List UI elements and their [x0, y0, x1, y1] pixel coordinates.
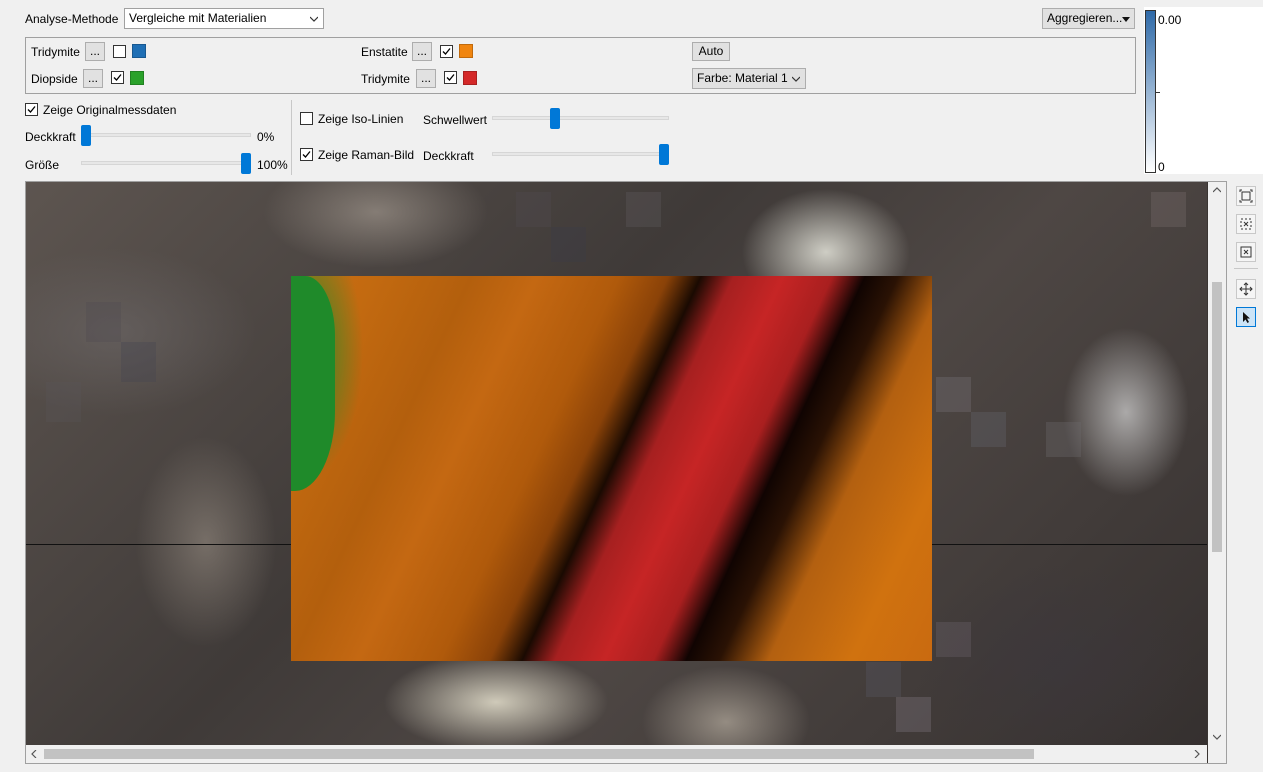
- colorbar-panel: 0.00 0: [1144, 7, 1263, 174]
- size-slider-thumb[interactable]: [241, 153, 251, 174]
- select-pointer-button[interactable]: [1236, 307, 1256, 327]
- vertical-scroll-thumb[interactable]: [1212, 282, 1222, 552]
- material-2-name: Diopside: [31, 72, 78, 86]
- chevron-down-icon: [792, 76, 800, 82]
- raman-overlay-image: [291, 276, 932, 661]
- original-opacity-slider-thumb[interactable]: [81, 125, 91, 146]
- colorbar: [1145, 10, 1156, 173]
- material-4-color-swatch[interactable]: [463, 71, 477, 85]
- pan-button[interactable]: [1236, 279, 1256, 299]
- checkmark-icon: [27, 106, 36, 113]
- colorbar-gradient: [1146, 11, 1155, 172]
- triangle-down-icon: [1122, 17, 1130, 22]
- checkmark-icon: [113, 74, 122, 81]
- threshold-slider-thumb[interactable]: [550, 108, 561, 129]
- fit-view-icon: [1239, 189, 1253, 203]
- zoom-reset-icon: [1240, 246, 1252, 258]
- material-4-name: Tridymite: [361, 72, 410, 86]
- threshold-track[interactable]: [492, 116, 669, 120]
- material-1-checkbox[interactable]: [113, 45, 126, 58]
- zoom-region-button[interactable]: [1236, 214, 1256, 234]
- zoom-reset-button[interactable]: [1236, 242, 1256, 262]
- material-2-color-swatch[interactable]: [130, 71, 144, 85]
- material-3-checkbox[interactable]: [440, 45, 453, 58]
- materials-group: [25, 37, 1136, 94]
- colorbar-min-label: 0: [1158, 160, 1165, 174]
- scroll-up-icon[interactable]: [1213, 187, 1221, 193]
- size-label: Größe: [25, 158, 60, 172]
- chevron-down-icon: [310, 16, 318, 22]
- material-3-name: Enstatite: [361, 45, 408, 59]
- original-opacity-track[interactable]: [81, 133, 251, 137]
- show-raman-checkbox[interactable]: [300, 148, 313, 161]
- microscope-image: [26, 182, 1207, 746]
- checkmark-icon: [302, 151, 311, 158]
- scroll-left-icon[interactable]: [31, 750, 37, 758]
- material-1-name: Tridymite: [31, 45, 80, 59]
- show-iso-lines-checkbox[interactable]: [300, 112, 313, 125]
- raman-opacity-slider-thumb[interactable]: [659, 144, 669, 165]
- show-original-checkbox[interactable]: [25, 103, 38, 116]
- analysis-method-select[interactable]: Vergleiche mit Materialien: [124, 8, 324, 29]
- horizontal-scroll-thumb[interactable]: [44, 749, 1034, 759]
- horizontal-scrollbar[interactable]: [26, 745, 1207, 763]
- colorbar-tick: [1156, 92, 1160, 93]
- material-3-browse-button[interactable]: ...: [412, 42, 432, 61]
- material-3-color-swatch[interactable]: [459, 44, 473, 58]
- zoom-region-icon: [1240, 218, 1252, 230]
- toolbar-separator: [1234, 268, 1258, 269]
- checkmark-icon: [442, 48, 451, 55]
- aggregate-button[interactable]: Aggregieren...: [1042, 8, 1135, 29]
- scroll-down-icon[interactable]: [1213, 734, 1221, 740]
- analysis-method-label: Analyse-Methode: [25, 12, 119, 26]
- size-value: 100%: [257, 158, 288, 172]
- colorbar-max-label: 0.00: [1158, 13, 1182, 27]
- analysis-method-value: Vergleiche mit Materialien: [129, 11, 267, 25]
- material-4-browse-button[interactable]: ...: [416, 69, 436, 88]
- scroll-right-icon[interactable]: [1194, 750, 1200, 758]
- controls-separator: [291, 100, 292, 175]
- original-opacity-label: Deckkraft: [25, 130, 76, 144]
- color-mode-value: Farbe: Material 1: [697, 71, 788, 85]
- color-mode-select[interactable]: Farbe: Material 1: [692, 68, 806, 89]
- material-1-browse-button[interactable]: ...: [85, 42, 105, 61]
- image-view[interactable]: [25, 181, 1227, 764]
- vertical-scrollbar[interactable]: [1208, 182, 1226, 746]
- threshold-label: Schwellwert: [423, 113, 488, 127]
- material-2-browse-button[interactable]: ...: [83, 69, 103, 88]
- material-2-checkbox[interactable]: [111, 71, 124, 84]
- checkmark-icon: [446, 74, 455, 81]
- pan-icon: [1239, 282, 1253, 296]
- material-1-color-swatch[interactable]: [132, 44, 146, 58]
- size-track[interactable]: [81, 161, 251, 165]
- raman-opacity-label: Deckkraft: [423, 149, 474, 163]
- show-raman-label: Zeige Raman-Bild: [318, 148, 415, 162]
- select-pointer-icon: [1243, 312, 1250, 323]
- fit-view-button[interactable]: [1236, 186, 1256, 206]
- raman-opacity-track[interactable]: [492, 152, 669, 156]
- show-original-label: Zeige Originalmessdaten: [43, 103, 177, 117]
- material-4-checkbox[interactable]: [444, 71, 457, 84]
- aggregate-button-label: Aggregieren...: [1047, 11, 1123, 25]
- raman-green-region: [291, 276, 335, 491]
- scrollbar-corner: [1208, 745, 1226, 763]
- auto-button[interactable]: Auto: [692, 42, 730, 61]
- original-opacity-value: 0%: [257, 130, 275, 144]
- show-iso-lines-label: Zeige Iso-Linien: [318, 112, 404, 126]
